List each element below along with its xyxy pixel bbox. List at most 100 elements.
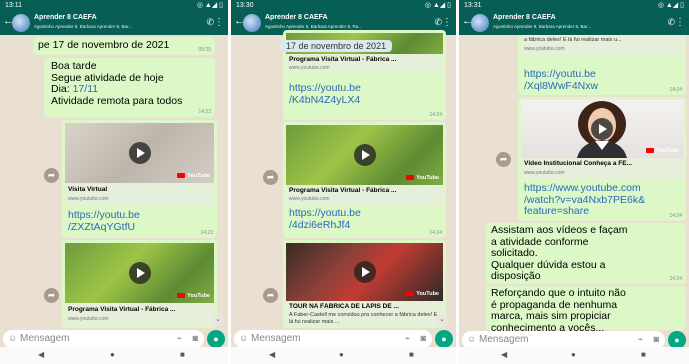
video-message-bubble[interactable]: YouTube Vídeo Institucional Conheça a FE… (518, 97, 686, 221)
nav-recents-icon[interactable]: ■ (409, 350, 414, 359)
message-time: 14:23 (200, 230, 213, 236)
camera-icon[interactable]: ◙ (654, 334, 659, 344)
group-avatar-icon[interactable] (12, 14, 30, 32)
camera-icon[interactable]: ◙ (421, 333, 426, 343)
chat-subtitle: Agostinho Aprender 8, Barbara Aprender 8… (34, 24, 133, 29)
forward-icon[interactable]: ➦ (263, 288, 278, 303)
video-message-bubble[interactable]: YouTube Programa Visita Virtual - Fábric… (62, 240, 217, 328)
chat-header[interactable]: ← Aprender 8 CAEFA Agostinho Aprender 8,… (0, 11, 228, 35)
message-bubble[interactable]: Boa tarde Segue atividade de hoje Dia: 1… (44, 58, 215, 117)
video-link[interactable]: /ZXZtAqYGtfU (68, 221, 140, 234)
emoji-icon[interactable]: ☺ (467, 334, 476, 344)
play-icon[interactable] (353, 261, 376, 283)
chat-subtitle: Agostinho Aprender 8, Barbara Aprender 8… (265, 24, 363, 29)
play-icon[interactable] (353, 144, 376, 166)
video-link[interactable]: https://www.youtube.com (524, 182, 645, 195)
group-avatar-icon[interactable] (243, 14, 261, 32)
video-title[interactable]: Visita Virtual (68, 186, 211, 193)
chat-title: Aprender 8 CAEFA (493, 14, 556, 21)
android-nav-bar: ◀ ● ■ (459, 347, 689, 364)
camera-icon[interactable]: ◙ (193, 333, 198, 343)
message-bubble[interactable]: Reforçando que o intuito não é propagand… (486, 286, 686, 333)
video-thumbnail[interactable]: YouTube (286, 243, 443, 301)
video-message-bubble[interactable]: a fábrica deles! E lá fui realizar mais … (518, 35, 686, 95)
video-link[interactable]: https://youtu.be (524, 68, 598, 81)
add-call-icon[interactable]: ✆ (206, 17, 214, 28)
video-message-bubble[interactable]: YouTube Programa Visita Virtual - Fábric… (283, 122, 446, 238)
video-link[interactable]: https://youtu.be (289, 82, 361, 95)
forward-icon[interactable]: ➦ (496, 152, 511, 167)
video-site: www.youtube.com (289, 65, 330, 71)
message-time: 14:24 (429, 112, 442, 118)
message-line: Reforçando que o intuito não (491, 287, 626, 299)
chat-title: Aprender 8 CAEFA (265, 14, 328, 21)
play-icon[interactable] (128, 262, 151, 284)
mic-icon[interactable]: ● (435, 330, 453, 348)
message-input-placeholder: Mensagem (479, 334, 529, 345)
emoji-icon[interactable]: ☺ (8, 333, 17, 343)
message-line: marca, mais sim propiciar (491, 310, 611, 322)
video-title[interactable]: TOUR NA FÁBRICA DE LÁPIS DE ... (289, 303, 440, 310)
video-thumbnail[interactable]: YouTube (286, 125, 443, 185)
youtube-logo-icon: YouTube (646, 148, 679, 154)
scroll-down-icon[interactable]: ⌄ (212, 314, 224, 326)
video-thumbnail[interactable]: YouTube (65, 123, 214, 183)
android-nav-bar: ◀ ● ■ (0, 347, 228, 364)
video-title[interactable]: Programa Visita Virtual - Fábrica ... (289, 56, 440, 63)
video-link[interactable]: /Xql8WwF4Nxw (524, 80, 598, 93)
video-title[interactable]: Programa Visita Virtual - Fábrica ... (68, 306, 211, 313)
mic-icon[interactable]: ● (207, 330, 225, 348)
overflow-menu-icon[interactable]: ⋮ (675, 17, 685, 28)
overflow-menu-icon[interactable]: ⋮ (214, 17, 224, 28)
message-bubble[interactable]: Assistam aos vídeos e façam a atividade … (486, 223, 686, 284)
nav-home-icon[interactable]: ● (339, 350, 344, 359)
chat-title: Aprender 8 CAEFA (34, 14, 97, 21)
status-time: 13:30 (236, 2, 254, 9)
video-message-bubble[interactable]: YouTube TOUR NA FÁBRICA DE LÁPIS DE ... … (283, 240, 446, 328)
overflow-menu-icon[interactable]: ⋮ (442, 17, 452, 28)
add-call-icon[interactable]: ✆ (434, 17, 442, 28)
video-link[interactable]: https://youtu.be (68, 209, 140, 222)
message-input[interactable]: ☺ Mensagem ⌁ ◙ (3, 330, 204, 348)
scroll-down-icon[interactable]: ⌄ (436, 314, 448, 326)
attach-icon[interactable]: ⌁ (405, 333, 410, 344)
nav-recents-icon[interactable]: ■ (641, 350, 646, 359)
forward-icon[interactable]: ➦ (263, 170, 278, 185)
nav-back-icon[interactable]: ◀ (38, 350, 44, 359)
screenshot-panel-3: 13:31 ◎ ▲◢ ▯ ← Aprender 8 CAEFA Agostinh… (459, 0, 689, 364)
status-icons: ◎ ▲◢ ▯ (657, 2, 684, 9)
video-link[interactable]: feature=share (524, 205, 645, 218)
emoji-icon[interactable]: ☺ (239, 333, 248, 343)
add-call-icon[interactable]: ✆ (667, 17, 675, 28)
play-icon[interactable] (591, 118, 613, 140)
nav-back-icon[interactable]: ◀ (269, 350, 275, 359)
attach-icon[interactable]: ⌁ (177, 333, 182, 344)
video-link[interactable]: /K4bN4Z4yLX4 (289, 94, 361, 107)
video-site: www.youtube.com (68, 316, 109, 322)
video-message-bubble[interactable]: YouTube Visita Virtual www.youtube.com h… (62, 120, 217, 238)
message-bubble[interactable]: pe 17 de novembro de 2021 09:25 (33, 37, 215, 55)
video-title[interactable]: Vídeo Institucional Conheça a FE... (524, 160, 682, 167)
nav-recents-icon[interactable]: ■ (180, 350, 185, 359)
video-thumbnail[interactable]: YouTube (65, 243, 214, 303)
video-link[interactable]: https://youtu.be (289, 207, 361, 220)
group-avatar-icon[interactable] (471, 14, 489, 32)
message-time: 14:24 (669, 276, 682, 282)
forward-icon[interactable]: ➦ (44, 168, 59, 183)
nav-home-icon[interactable]: ● (110, 350, 115, 359)
nav-home-icon[interactable]: ● (571, 350, 576, 359)
chat-header[interactable]: ← Aprender 8 CAEFA Agostinho Aprender 8,… (459, 11, 689, 35)
video-link[interactable]: /4dzi6eRhJf4 (289, 219, 361, 232)
message-input[interactable]: ☺ Mensagem ⌁ ◙ (234, 330, 432, 348)
youtube-logo-icon: YouTube (406, 175, 439, 181)
video-title[interactable]: Programa Visita Virtual - Fábrica ... (289, 187, 440, 194)
message-time: 14:24 (669, 213, 682, 219)
video-site: www.youtube.com (524, 46, 565, 52)
forward-icon[interactable]: ➦ (44, 288, 59, 303)
date-link[interactable]: 17/11 (73, 83, 99, 95)
attach-icon[interactable]: ⌁ (638, 334, 643, 345)
status-bar: 13:30 ◎ ▲◢ ▯ (231, 0, 456, 11)
nav-back-icon[interactable]: ◀ (501, 350, 507, 359)
play-icon[interactable] (128, 142, 151, 164)
video-thumbnail[interactable]: YouTube (521, 100, 683, 158)
